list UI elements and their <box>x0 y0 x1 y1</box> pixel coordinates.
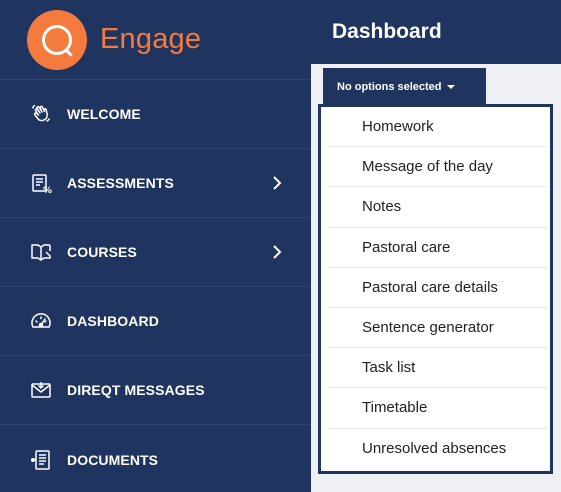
sidebar-item-dashboard[interactable]: DASHBOARD <box>0 287 311 356</box>
sidebar: Engage WELCOME % ASSESSMENTS COURSES DAS… <box>0 0 311 492</box>
sidebar-item-direqt-messages[interactable]: DIREQT MESSAGES <box>0 356 311 425</box>
sidebar-item-assessments[interactable]: % ASSESSMENTS <box>0 149 311 218</box>
waving-hand-icon <box>30 103 52 125</box>
dropdown-option-pastoral-care[interactable]: Pastoral care <box>329 228 547 268</box>
sidebar-item-welcome[interactable]: WELCOME <box>0 80 311 149</box>
dropdown-option-homework[interactable]: Homework <box>329 107 547 148</box>
sidebar-item-label: DOCUMENTS <box>67 451 159 468</box>
options-dropdown-menu: Homework Message of the day Notes Pastor… <box>318 104 553 474</box>
assessment-icon: % <box>30 172 52 194</box>
sidebar-item-courses[interactable]: COURSES <box>0 218 311 287</box>
dropdown-option-timetable[interactable]: Timetable <box>329 388 547 429</box>
dropdown-option-task-list[interactable]: Task list <box>329 348 547 389</box>
sidebar-item-documents[interactable]: DOCUMENTS <box>0 425 311 492</box>
chevron-right-icon <box>273 245 282 259</box>
chevron-right-icon <box>273 176 282 190</box>
sidebar-item-label: WELCOME <box>67 106 141 122</box>
sidebar-item-label: DASHBOARD <box>67 313 159 329</box>
caret-down-icon <box>446 85 455 89</box>
sidebar-item-label: ASSESSMENTS <box>67 175 174 191</box>
svg-text:%: % <box>43 186 52 194</box>
sidebar-item-label: DIREQT MESSAGES <box>67 382 205 398</box>
dropdown-option-notes[interactable]: Notes <box>329 187 547 228</box>
dropdown-option-unresolved-absences[interactable]: Unresolved absences <box>329 429 547 469</box>
sidebar-item-label: COURSES <box>67 244 137 260</box>
multiselect-label: No options selected <box>337 80 442 93</box>
dropdown-option-message-of-the-day[interactable]: Message of the day <box>329 147 547 188</box>
document-icon <box>30 449 52 471</box>
page-title: Dashboard <box>311 0 561 64</box>
engage-logo-icon <box>27 9 87 70</box>
dropdown-option-pastoral-care-details[interactable]: Pastoral care details <box>329 268 547 308</box>
options-multiselect-button[interactable]: No options selected <box>323 68 486 105</box>
book-icon <box>30 241 52 263</box>
dropdown-option-sentence-generator[interactable]: Sentence generator <box>329 308 547 349</box>
brand-name: Engage <box>100 23 202 55</box>
brand-header[interactable]: Engage <box>0 0 311 80</box>
speedometer-icon <box>30 310 52 332</box>
envelope-icon <box>30 379 52 401</box>
